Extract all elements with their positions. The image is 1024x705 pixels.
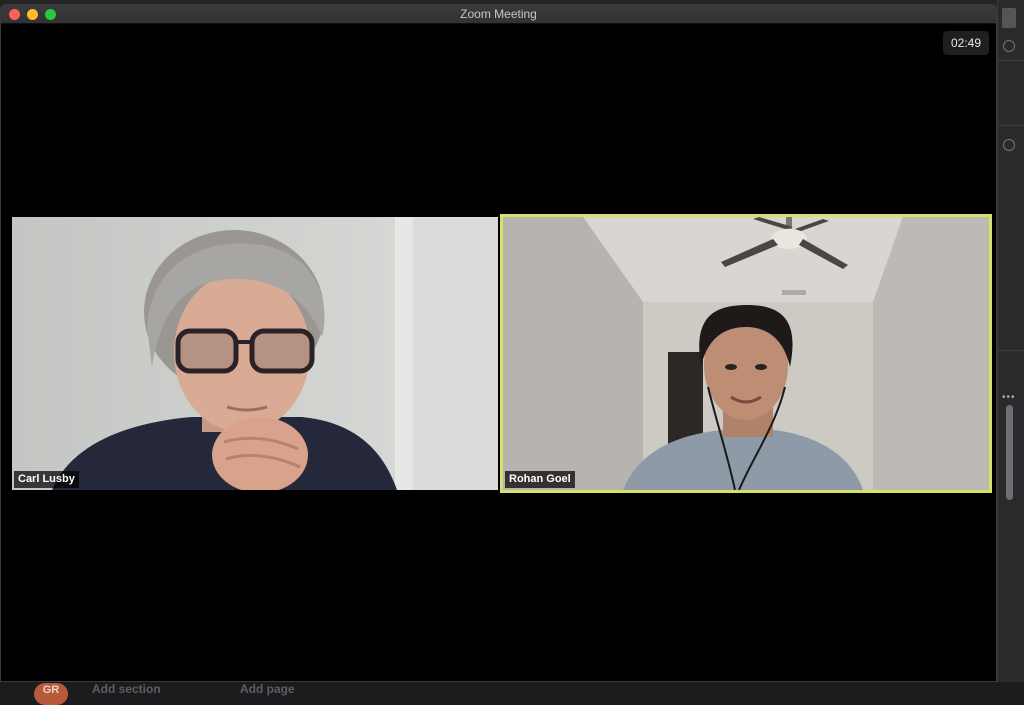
video-tile-carl-lusby[interactable]: Carl Lusby bbox=[12, 217, 498, 490]
background-app-footer: GR Add section Add page bbox=[0, 682, 1024, 696]
divider bbox=[998, 60, 1024, 61]
participant-name-label: Rohan Goel bbox=[505, 471, 575, 488]
divider bbox=[998, 350, 1024, 351]
zoom-window: Zoom Meeting 02:49 bbox=[0, 4, 997, 682]
help-icon bbox=[1003, 40, 1015, 52]
more-icon[interactable]: ••• bbox=[1002, 392, 1016, 403]
video-tile-rohan-goel[interactable]: Rohan Goel bbox=[500, 214, 992, 493]
background-app-square bbox=[1002, 8, 1016, 28]
window-title: Zoom Meeting bbox=[1, 7, 996, 21]
participant-video bbox=[12, 217, 498, 490]
desktop: ••• GR Add section Add page Zoom Meeting… bbox=[0, 0, 1024, 696]
add-section-button[interactable]: Add section bbox=[92, 682, 161, 696]
divider bbox=[998, 125, 1024, 126]
scrollbar-thumb[interactable] bbox=[1006, 405, 1013, 500]
meeting-timer: 02:49 bbox=[943, 31, 989, 55]
title-bar[interactable]: Zoom Meeting bbox=[1, 5, 996, 24]
background-app-sidebar: ••• bbox=[997, 0, 1024, 696]
sun-icon bbox=[1003, 139, 1015, 151]
participant-name-label: Carl Lusby bbox=[14, 471, 79, 488]
add-page-button[interactable]: Add page bbox=[240, 682, 295, 696]
avatar[interactable]: GR bbox=[34, 683, 68, 705]
participant-video bbox=[503, 217, 989, 490]
